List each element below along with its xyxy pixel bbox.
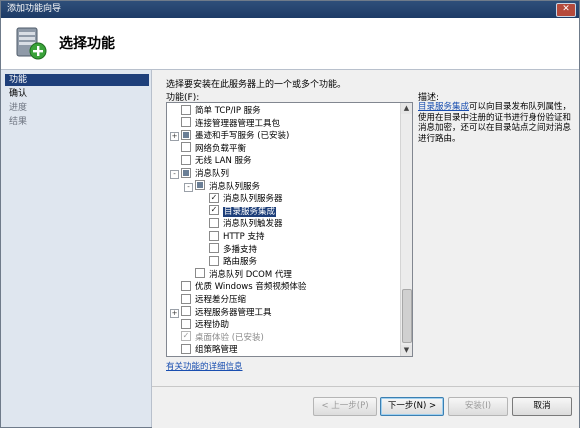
feature-row[interactable]: 优质 Windows 音频视频体验 [181, 280, 307, 293]
feature-row[interactable]: 网络负载平衡 [181, 142, 247, 155]
feature-checkbox[interactable] [181, 167, 191, 178]
feature-label: 路由服务 [223, 257, 258, 268]
feature-checkbox[interactable] [181, 318, 191, 329]
feature-checkbox[interactable] [209, 230, 219, 241]
feature-label: 远程服务器管理工具 [195, 307, 272, 318]
feature-row[interactable]: 简单 TCP/IP 服务 [181, 104, 261, 117]
feature-label: 多播支持 [223, 244, 258, 255]
nav-step-progress: 进度 [9, 103, 28, 113]
tree-scrollbar[interactable]: ▲ ▼ [400, 103, 412, 356]
nav-step-confirm[interactable]: 确认 [5, 88, 149, 100]
feature-row[interactable]: HTTP 支持 [209, 230, 265, 243]
expand-icon[interactable]: + [170, 308, 179, 318]
install-button[interactable]: 安装(I) [448, 397, 508, 416]
feature-label: 组策略管理 [195, 345, 238, 356]
feature-checkbox: ✓ [181, 331, 191, 342]
feature-row[interactable]: 组策略管理 [181, 343, 238, 356]
feature-row[interactable]: 消息队列 [181, 167, 230, 180]
feature-row[interactable]: 墨迹和手写服务 (已安装) [181, 129, 290, 142]
feature-checkbox[interactable] [195, 268, 205, 279]
feature-label: 无线 LAN 服务 [195, 156, 252, 167]
feature-checkbox[interactable] [181, 293, 191, 304]
close-icon[interactable]: ✕ [556, 3, 576, 17]
feature-row[interactable]: ✓ 桌面体验 (已安装) [181, 331, 264, 344]
expand-icon[interactable]: + [170, 132, 179, 142]
server-add-icon [16, 27, 47, 60]
next-button[interactable]: 下一步(N) > [380, 397, 444, 416]
feature-checkbox[interactable] [181, 129, 191, 140]
feature-row[interactable]: 消息队列服务 [195, 180, 261, 193]
collapse-icon[interactable]: - [170, 170, 179, 179]
feature-row[interactable]: 路由服务 [209, 255, 258, 268]
wizard-footer: < 上一步(P) 下一步(N) > 安装(I) 取消 [152, 386, 579, 428]
feature-checkbox[interactable] [181, 142, 191, 153]
description-link[interactable]: 目录服务集成 [418, 102, 469, 112]
previous-button[interactable]: < 上一步(P) [313, 397, 377, 416]
feature-checkbox[interactable] [181, 117, 191, 128]
wizard-steps-nav: 功能 确认 进度 结果 [1, 70, 152, 427]
feature-checkbox[interactable] [181, 306, 191, 317]
feature-checkbox[interactable] [209, 217, 219, 228]
instruction-text: 选择要安装在此服务器上的一个或多个功能。 [166, 80, 347, 90]
add-features-wizard-window: 添加功能向导 ✕ 选择功能 功能 确认 进度 结果 选择要安装在此服务器上的一个… [0, 0, 580, 428]
feature-row[interactable]: 消息队列 DCOM 代理 [195, 268, 292, 281]
feature-row[interactable]: 远程差分压缩 [181, 293, 247, 306]
wizard-header: 选择功能 [1, 18, 579, 70]
feature-label: 桌面体验 (已安装) [195, 332, 264, 343]
feature-label: 墨迹和手写服务 (已安装) [195, 131, 290, 142]
feature-label: 简单 TCP/IP 服务 [195, 106, 261, 116]
feature-row[interactable]: 无线 LAN 服务 [181, 154, 252, 167]
features-tree[interactable]: ▲ ▼ 简单 TCP/IP 服务连接管理器管理工具包 + 墨迹和手写服务 (已安装)… [166, 102, 413, 357]
feature-row[interactable]: ✓ 目录服务集成 [209, 205, 277, 218]
scroll-down-icon[interactable]: ▼ [401, 345, 412, 356]
feature-label: 目录服务集成 [223, 206, 277, 217]
feature-label: 消息队列 DCOM 代理 [209, 269, 292, 280]
feature-row[interactable]: 连接管理器管理工具包 [181, 117, 281, 130]
feature-checkbox[interactable] [209, 255, 219, 266]
feature-label: 远程差分压缩 [195, 295, 247, 305]
feature-label: 远程协助 [195, 320, 230, 331]
feature-row[interactable]: ✓ 消息队列服务器 [209, 192, 283, 205]
feature-label: 消息队列服务器 [223, 194, 283, 205]
feature-checkbox[interactable] [209, 243, 219, 254]
main-content: 选择要安装在此服务器上的一个或多个功能。 功能(F): ▲ ▼ 简单 TCP/I… [152, 70, 579, 386]
feature-checkbox[interactable] [181, 154, 191, 165]
feature-row[interactable]: 多播支持 [209, 243, 258, 256]
description-text: 目录服务集成可以向目录发布队列属性，使用在目录中注册的证书进行身份验证和消息加密… [418, 102, 576, 144]
feature-row[interactable]: 消息队列触发器 [209, 217, 283, 230]
feature-label: 网络负载平衡 [195, 143, 247, 154]
feature-label: 消息队列触发器 [223, 219, 283, 230]
collapse-icon[interactable]: - [184, 182, 193, 192]
feature-row[interactable]: 远程服务器管理工具 [181, 306, 272, 319]
title-bar[interactable]: 添加功能向导 ✕ [1, 1, 579, 18]
feature-checkbox[interactable]: ✓ [209, 192, 219, 203]
feature-label: HTTP 支持 [223, 232, 265, 242]
feature-checkbox[interactable]: ✓ [209, 205, 219, 216]
scroll-up-icon[interactable]: ▲ [401, 103, 412, 114]
feature-checkbox[interactable] [195, 180, 205, 191]
feature-checkbox[interactable] [181, 280, 191, 291]
scroll-thumb[interactable] [402, 289, 412, 343]
nav-step-features[interactable]: 功能 [5, 74, 149, 86]
more-info-link[interactable]: 有关功能的详细信息 [166, 360, 243, 372]
nav-step-results: 结果 [9, 117, 28, 127]
feature-label: 连接管理器管理工具包 [195, 118, 281, 129]
page-heading: 选择功能 [59, 36, 115, 52]
feature-label: 优质 Windows 音频视频体验 [195, 282, 307, 293]
feature-checkbox[interactable] [181, 343, 191, 354]
feature-label: 消息队列 [195, 169, 230, 179]
window-title: 添加功能向导 [7, 4, 62, 14]
cancel-button[interactable]: 取消 [512, 397, 572, 416]
feature-checkbox[interactable] [181, 104, 191, 115]
feature-row[interactable]: 远程协助 [181, 318, 230, 331]
feature-label: 消息队列服务 [209, 181, 261, 192]
